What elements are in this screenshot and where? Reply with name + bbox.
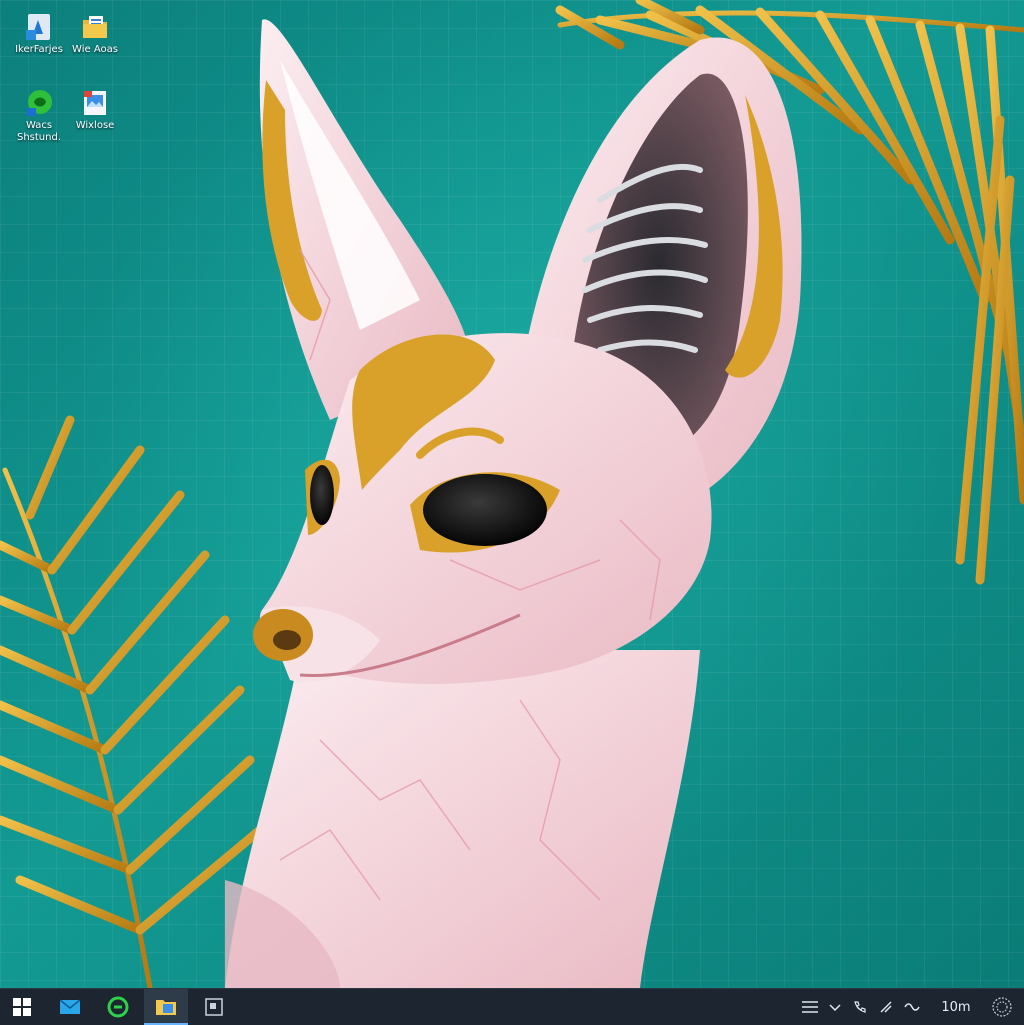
taskbar-app[interactable] bbox=[192, 989, 236, 1025]
mail-icon bbox=[59, 999, 81, 1014]
taskbar-explorer[interactable] bbox=[144, 989, 188, 1025]
desktop: IkerFarjes Wie Aoas Wacs Shstund. Wixlos… bbox=[0, 0, 1024, 988]
windows-logo-icon bbox=[13, 998, 31, 1016]
desktop-icon-label: Wixlose bbox=[75, 120, 115, 131]
wallpaper-fox-artwork bbox=[0, 0, 1024, 988]
desktop-icon-label: IkerFarjes bbox=[15, 44, 63, 55]
chevron-up-icon[interactable] bbox=[824, 989, 846, 1025]
desktop-icon-4[interactable]: Wixlose bbox=[64, 88, 126, 132]
taskbar: 10m bbox=[0, 988, 1024, 1025]
phone-icon[interactable] bbox=[848, 989, 872, 1025]
taskbar-mail[interactable] bbox=[48, 989, 92, 1025]
fox-eye-right bbox=[423, 474, 547, 546]
desktop-icon-2[interactable]: Wie Aoas bbox=[64, 12, 126, 56]
desktop-icon-1[interactable]: IkerFarjes bbox=[8, 12, 70, 56]
palm-frond-left bbox=[0, 415, 265, 988]
green-circle-app-icon bbox=[107, 996, 129, 1018]
fox-eye-left bbox=[310, 465, 334, 525]
taskbar-edge[interactable] bbox=[96, 989, 140, 1025]
picture-file-icon bbox=[80, 88, 110, 118]
start-button[interactable] bbox=[0, 989, 44, 1025]
desktop-icon-label: Wie Aoas bbox=[72, 44, 118, 55]
desktop-icon-3[interactable]: Wacs Shstund. bbox=[8, 88, 70, 144]
clock[interactable]: 10m bbox=[934, 989, 978, 1025]
desktop-icon-label: Wacs Shstund. bbox=[16, 120, 62, 143]
folder-document-icon bbox=[80, 12, 110, 42]
azure-app-icon bbox=[24, 12, 54, 42]
app-window-icon bbox=[205, 998, 223, 1016]
link-icon[interactable] bbox=[900, 989, 924, 1025]
green-app-icon bbox=[24, 88, 54, 118]
pen-icon[interactable] bbox=[874, 989, 898, 1025]
list-icon[interactable] bbox=[798, 989, 822, 1025]
notification-center-icon[interactable] bbox=[984, 989, 1020, 1025]
system-tray: 10m bbox=[794, 989, 1024, 1025]
file-explorer-icon bbox=[156, 1000, 176, 1015]
